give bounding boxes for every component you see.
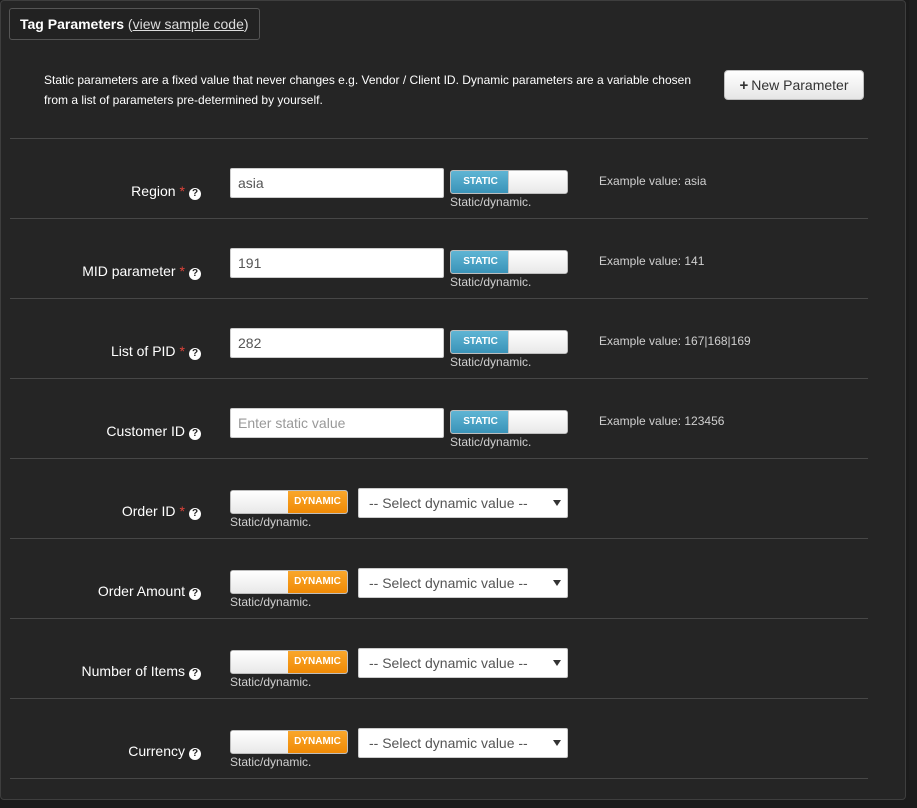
caret-down-icon [553,740,561,746]
divider [10,618,868,619]
toggle-hint: Static/dynamic. [230,515,312,529]
view-sample-code-link[interactable]: view sample code [133,16,244,32]
toggle-hint: Static/dynamic. [230,675,312,689]
toggle-knob [231,731,290,753]
divider [10,538,868,539]
number-of-items-select[interactable]: -- Select dynamic value -- [358,648,568,678]
help-icon[interactable]: ? [189,268,201,280]
caret-down-icon [553,580,561,586]
toggle-knob [508,171,567,193]
required-marker: * [179,263,185,279]
tag-parameters-panel: Tag Parameters (view sample code) Static… [0,0,906,800]
param-label: Region [131,183,176,199]
help-icon[interactable]: ? [189,748,201,760]
param-label: Currency [128,743,185,759]
example-value: Example value: 167|168|169 [599,334,751,348]
new-parameter-button[interactable]: + New Parameter [724,70,864,100]
example-value: Example value: 141 [599,254,705,268]
help-icon[interactable]: ? [189,348,201,360]
divider [10,378,868,379]
example-value: Example value: asia [599,174,707,188]
static-dynamic-toggle[interactable]: STATIC [450,250,568,274]
help-icon[interactable]: ? [189,668,201,680]
param-row-region: Region*? STATIC Static/dynamic. Example … [1,168,907,248]
panel-legend: Tag Parameters (view sample code) [9,8,260,40]
param-label: Order ID [121,503,176,519]
toggle-hint: Static/dynamic. [450,435,532,449]
plus-icon: + [739,77,749,94]
scrollbar[interactable] [909,0,917,780]
required-marker: * [179,343,185,359]
help-icon[interactable]: ? [189,508,201,520]
customer-id-input[interactable] [230,408,444,438]
order-amount-select[interactable]: -- Select dynamic value -- [358,568,568,598]
help-icon[interactable]: ? [189,188,201,200]
static-dynamic-toggle[interactable]: STATIC [450,330,568,354]
param-label: Order Amount [97,583,185,599]
toggle-knob [508,411,567,433]
param-label: Customer ID [106,423,185,439]
order-id-select[interactable]: -- Select dynamic value -- [358,488,568,518]
static-dynamic-toggle[interactable]: DYNAMIC [230,650,348,674]
toggle-knob [231,571,290,593]
mid-parameter-input[interactable] [230,248,444,278]
toggle-hint: Static/dynamic. [230,755,312,769]
param-row-order-amount: Order Amount? DYNAMIC Static/dynamic. --… [1,568,907,648]
toggle-hint: Static/dynamic. [450,275,532,289]
param-row-number-of-items: Number of Items? DYNAMIC Static/dynamic.… [1,648,907,728]
required-marker: * [179,503,185,519]
static-dynamic-toggle[interactable]: DYNAMIC [230,490,348,514]
param-row-customer-id: Customer ID? STATIC Static/dynamic. Exam… [1,408,907,488]
panel-title: Tag Parameters [20,16,125,32]
static-dynamic-toggle[interactable]: DYNAMIC [230,570,348,594]
divider [10,218,868,219]
toggle-knob [231,651,290,673]
toggle-knob [508,251,567,273]
divider [10,138,868,139]
toggle-knob [508,331,567,353]
toggle-knob [231,491,290,513]
help-icon[interactable]: ? [189,428,201,440]
param-row-mid: MID parameter*? STATIC Static/dynamic. E… [1,248,907,328]
toggle-hint: Static/dynamic. [230,595,312,609]
divider [10,458,868,459]
example-value: Example value: 123456 [599,414,725,428]
currency-select[interactable]: -- Select dynamic value -- [358,728,568,758]
param-row-order-id: Order ID *? DYNAMIC Static/dynamic. -- Se… [1,488,907,568]
divider [10,298,868,299]
toggle-hint: Static/dynamic. [450,195,532,209]
caret-down-icon [553,500,561,506]
divider [10,698,868,699]
help-icon[interactable]: ? [189,588,201,600]
list-of-pid-input[interactable] [230,328,444,358]
param-row-pid: List of PID*? STATIC Static/dynamic. Exa… [1,328,907,408]
caret-down-icon [553,660,561,666]
param-label: Number of Items [81,663,185,679]
region-input[interactable] [230,168,444,198]
static-dynamic-toggle[interactable]: DYNAMIC [230,730,348,754]
intro-text: Static parameters are a fixed value that… [44,73,692,107]
static-dynamic-toggle[interactable]: STATIC [450,170,568,194]
param-label: MID parameter [82,263,176,279]
divider [10,778,868,779]
param-label: List of PID [110,343,176,359]
toggle-hint: Static/dynamic. [450,355,532,369]
required-marker: * [179,183,185,199]
static-dynamic-toggle[interactable]: STATIC [450,410,568,434]
param-row-currency: Currency? DYNAMIC Static/dynamic. -- Sel… [1,728,907,808]
